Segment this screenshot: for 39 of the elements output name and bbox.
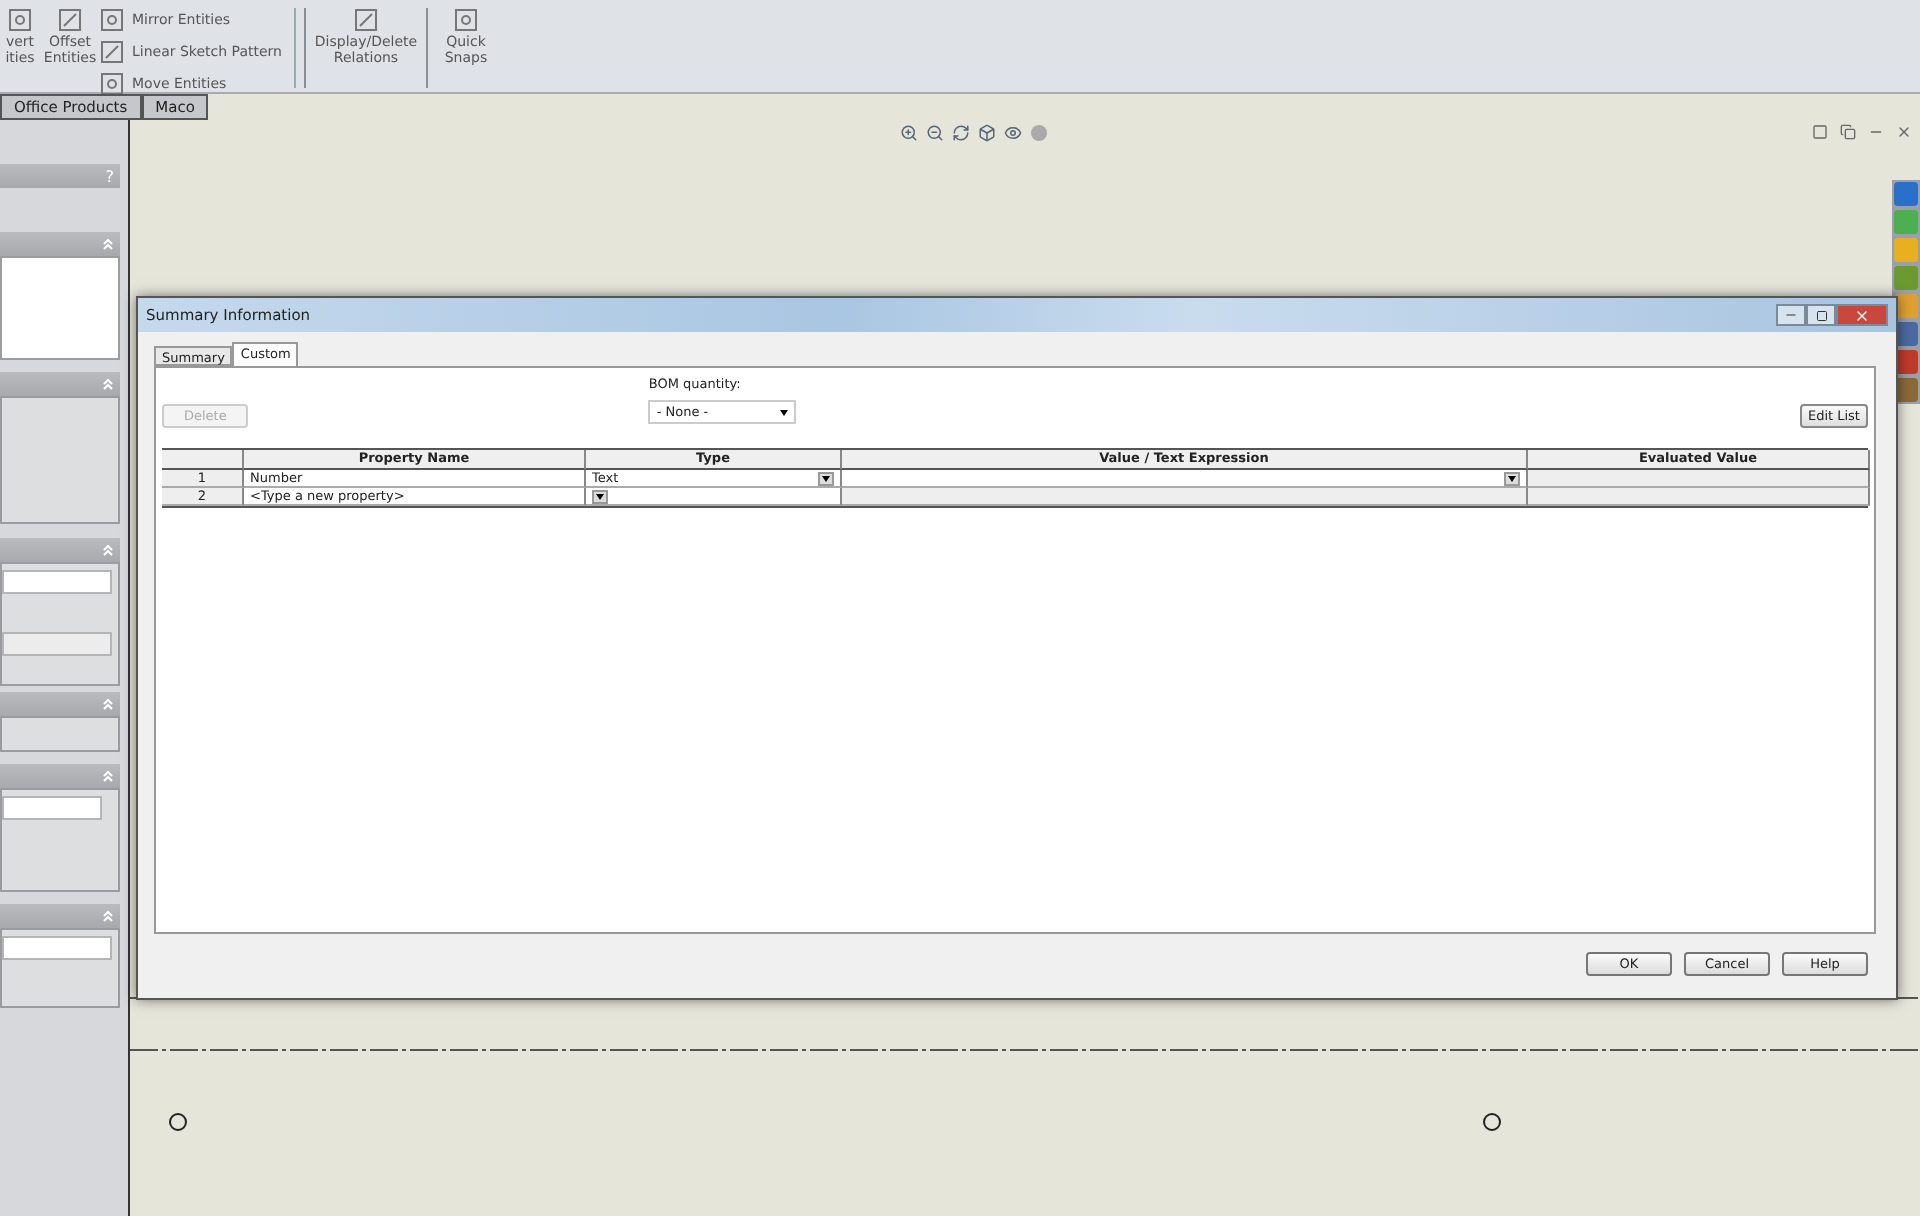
minimize-icon — [1784, 308, 1798, 322]
circle-icon[interactable] — [1030, 124, 1048, 142]
zoom-out-icon[interactable] — [926, 124, 944, 142]
collapse-icon[interactable] — [102, 910, 114, 922]
tile-icon[interactable] — [1812, 124, 1828, 140]
input-field[interactable] — [2, 570, 112, 594]
close-icon[interactable] — [1896, 124, 1912, 140]
dropdown-arrow-icon[interactable] — [1504, 471, 1520, 485]
dropdown-arrow-icon[interactable] — [592, 489, 608, 503]
sketch-tool-icon[interactable] — [354, 8, 378, 32]
collapse-icon[interactable] — [102, 698, 114, 710]
column-header — [162, 450, 244, 470]
circle-mark — [1482, 1112, 1502, 1132]
table-cell[interactable] — [842, 470, 1528, 488]
maximize-button[interactable] — [1806, 304, 1836, 326]
zoom-in-icon[interactable] — [900, 124, 918, 142]
collapse-icon[interactable] — [102, 378, 114, 390]
cube-icon[interactable] — [978, 124, 996, 142]
dropdown-arrow-icon[interactable] — [818, 471, 834, 485]
eye-icon[interactable] — [1004, 124, 1022, 142]
panel-section — [0, 256, 120, 360]
collapse-icon[interactable] — [102, 770, 114, 782]
circle-mark — [168, 1112, 188, 1132]
sketch-tool-icon[interactable] — [58, 8, 82, 32]
dropdown-field[interactable] — [2, 936, 112, 960]
sketch-tool-icon[interactable] — [100, 40, 124, 64]
sketch-tool-icon[interactable] — [100, 72, 124, 96]
restore-icon[interactable] — [1840, 124, 1856, 140]
dropdown-field[interactable] — [2, 796, 102, 820]
rotate-icon[interactable] — [952, 124, 970, 142]
collapse-icon[interactable] — [102, 544, 114, 556]
sketch-tool-icon[interactable] — [100, 8, 124, 32]
sketch-tool-icon[interactable] — [8, 8, 32, 32]
maximize-icon — [1815, 309, 1827, 321]
table-cell[interactable] — [842, 488, 1528, 506]
close-icon — [1854, 307, 1870, 323]
sketch-tool-icon[interactable] — [454, 8, 478, 32]
input-field — [2, 632, 112, 656]
collapse-icon[interactable] — [102, 238, 114, 250]
